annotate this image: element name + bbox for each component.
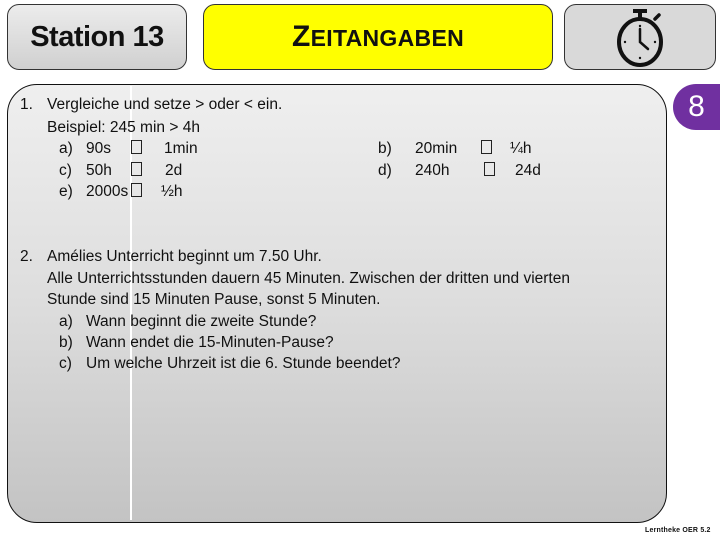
clock-box <box>564 4 716 70</box>
task1-item-b-left: 20min <box>415 140 458 157</box>
task1-item-e-left: 2000s <box>86 183 129 200</box>
answer-box-b[interactable] <box>481 140 492 154</box>
station-label: Station 13 <box>30 20 164 53</box>
task1-item-d-right: 24d <box>515 162 541 179</box>
task2-number: 2. <box>20 248 33 265</box>
title-box: ZEITANGABEN <box>203 4 553 70</box>
task2-question-c-label: c) <box>59 355 72 372</box>
points-badge: 8 <box>673 84 720 130</box>
points-value: 8 <box>688 90 705 123</box>
task2-question-b: Wann endet die 15-Minuten-Pause? <box>86 334 334 351</box>
task1-item-e-label: e) <box>59 183 73 200</box>
answer-box-d[interactable] <box>484 162 495 176</box>
task1-item-a-left: 90s <box>86 140 111 157</box>
footer-text: Lerntheke OER 5.2 <box>645 527 711 534</box>
task1-item-c-right: 2d <box>165 162 183 179</box>
task1-number: 1. <box>20 96 33 113</box>
answer-box-c[interactable] <box>131 162 142 176</box>
task2-question-b-label: b) <box>59 334 73 351</box>
answer-box-a[interactable] <box>131 140 142 154</box>
task2-line1: Amélies Unterricht beginnt um 7.50 Uhr. <box>47 248 322 265</box>
task2-question-a: Wann beginnt die zweite Stunde? <box>86 313 317 330</box>
stopwatch-icon <box>617 9 663 67</box>
task2-line2: Alle Unterrichtsstunden dauern 45 Minute… <box>47 270 570 287</box>
task1-item-a-label: a) <box>59 140 73 157</box>
station-label-box: Station 13 <box>7 4 187 70</box>
task1-item-a-right: 1min <box>164 140 198 157</box>
task1-example: Beispiel: 245 min > 4h <box>47 119 200 136</box>
task1-item-b-label: b) <box>378 140 392 157</box>
task1-item-d-label: d) <box>378 162 392 179</box>
task1-item-e-right: ½h <box>161 183 183 200</box>
page-title: ZEITANGABEN <box>292 20 464 53</box>
task1-instruction: Vergleiche und setze > oder < ein. <box>47 96 283 113</box>
task2-line3: Stunde sind 15 Minuten Pause, sonst 5 Mi… <box>47 291 381 308</box>
task2-question-c: Um welche Uhrzeit ist die 6. Stunde been… <box>86 355 401 372</box>
task1-item-b-right: ¼h <box>510 140 532 157</box>
task2-question-a-label: a) <box>59 313 73 330</box>
task1-item-c-left: 50h <box>86 162 112 179</box>
task1-item-d-left: 240h <box>415 162 450 179</box>
answer-box-e[interactable] <box>131 183 142 197</box>
task1-item-c-label: c) <box>59 162 72 179</box>
